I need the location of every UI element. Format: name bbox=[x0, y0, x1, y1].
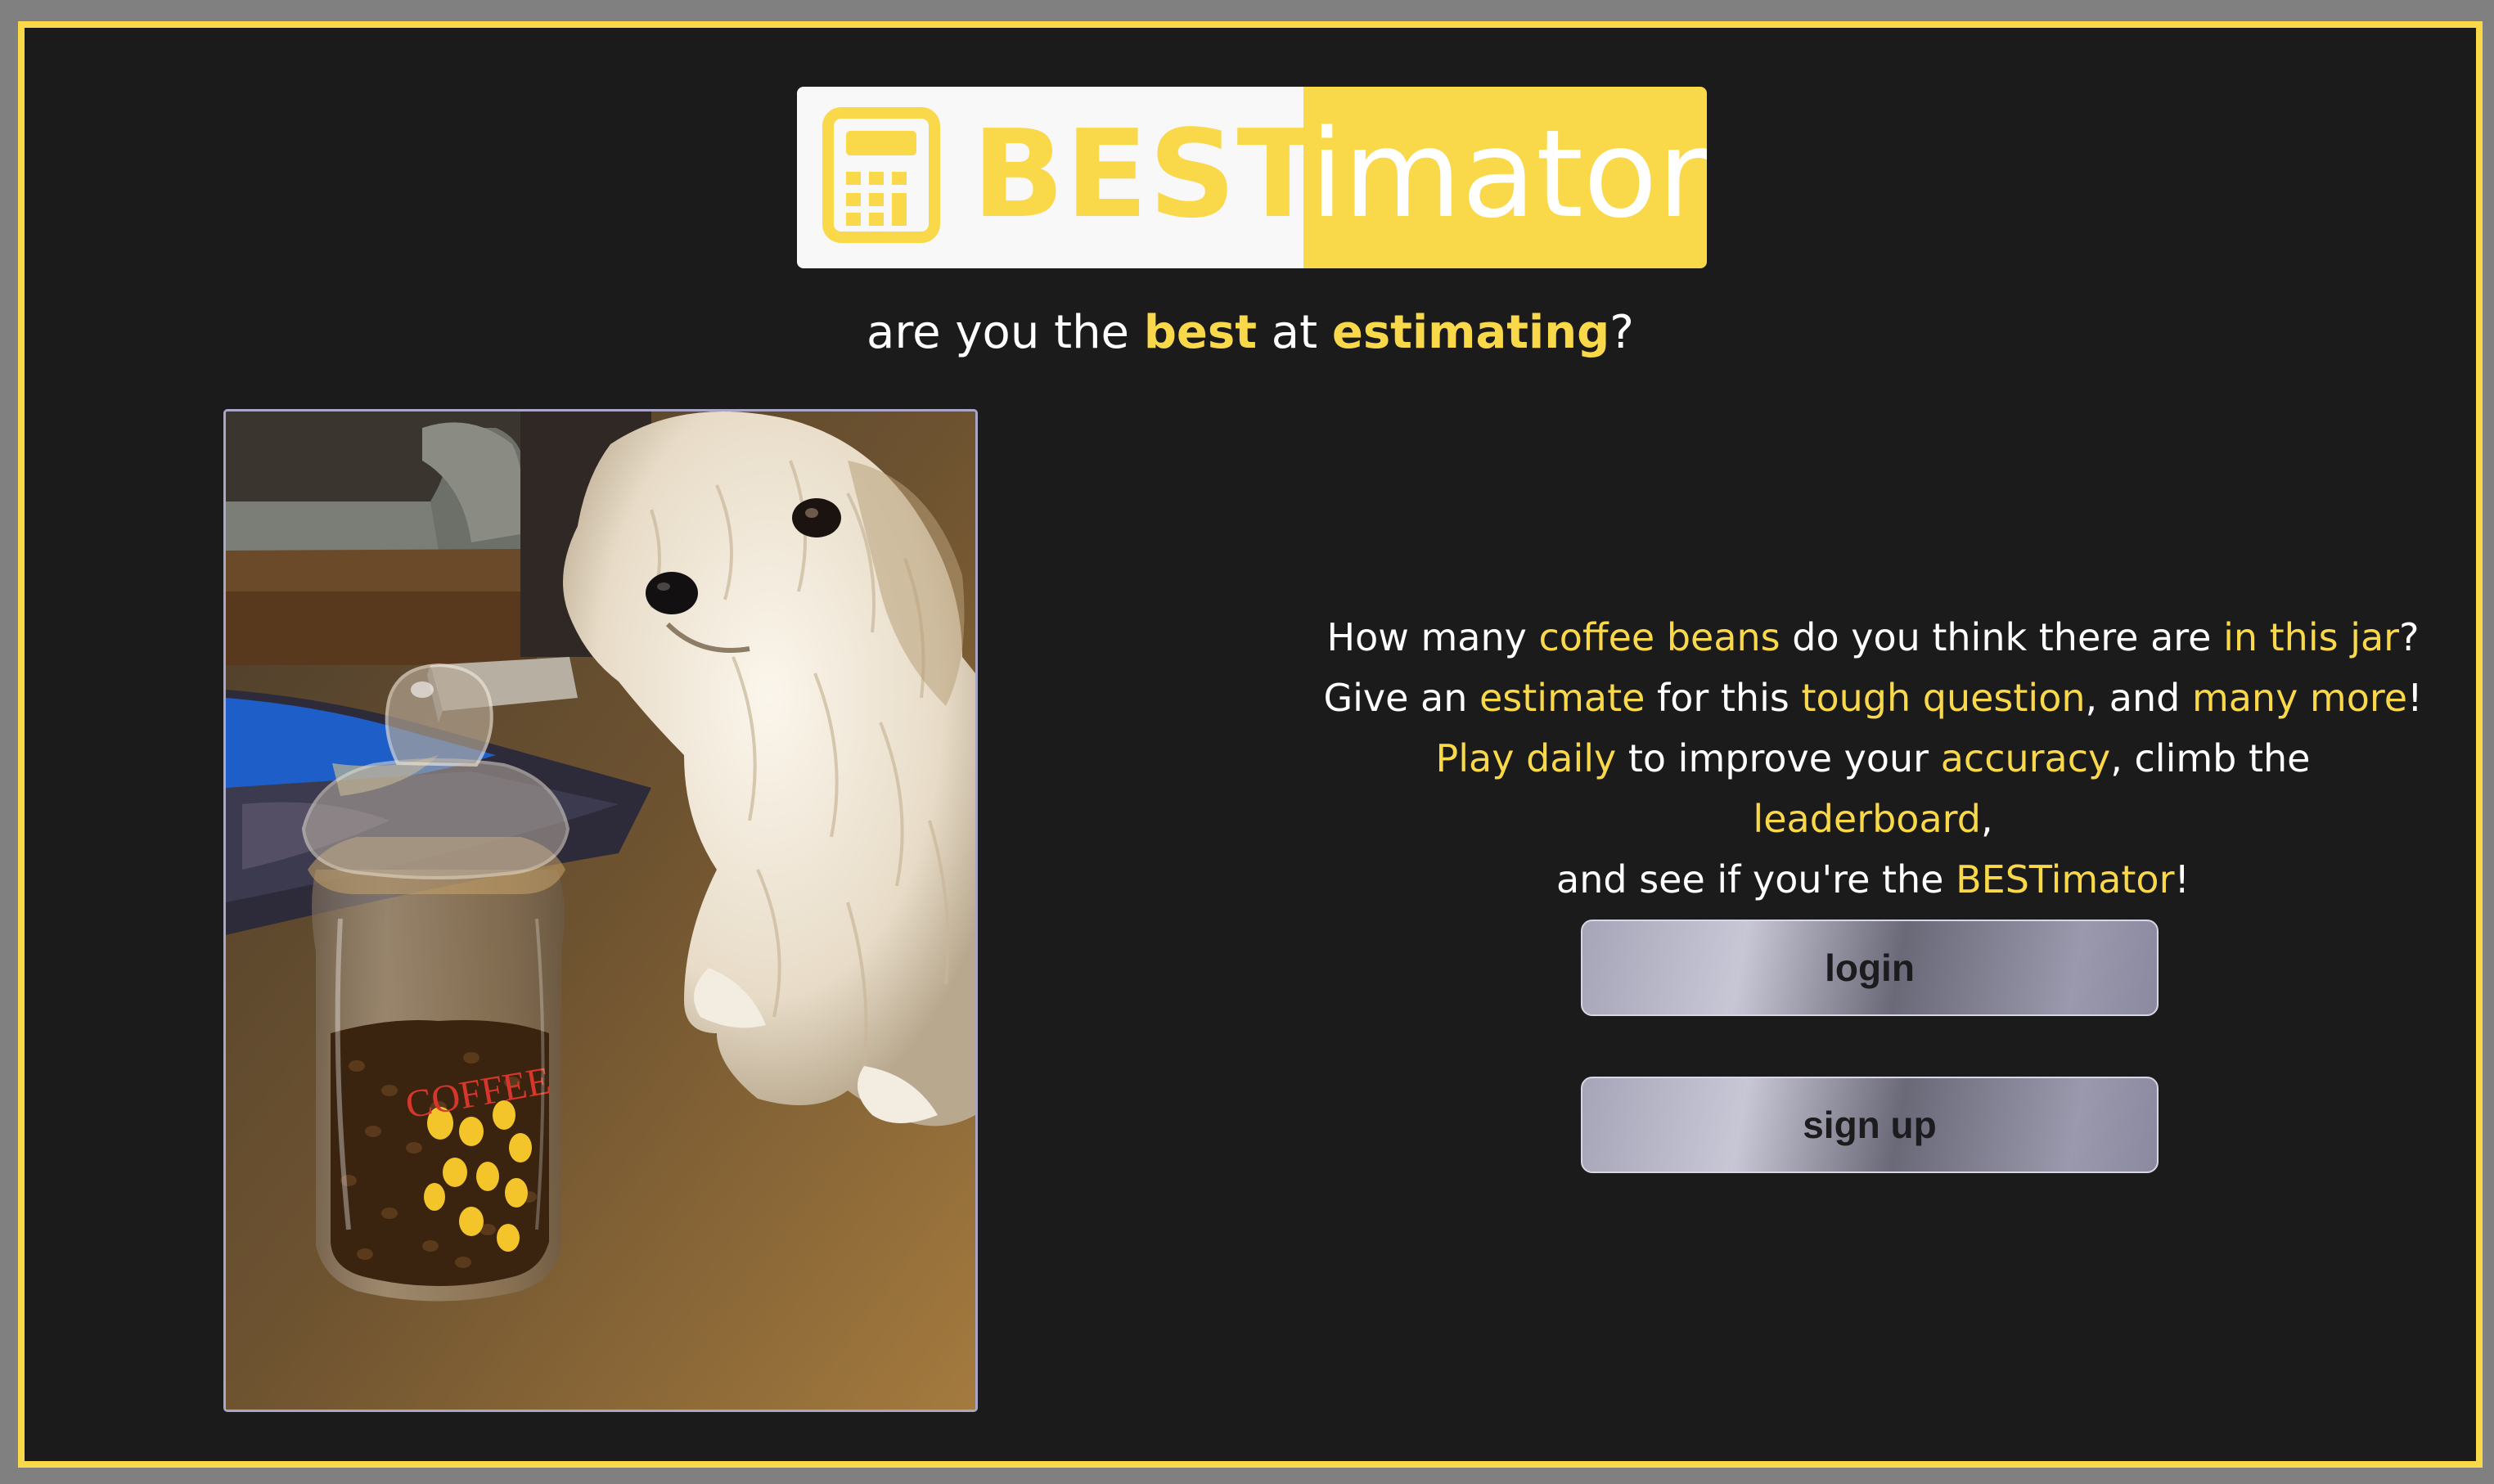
description-line-1: How many coffee beans do you think there… bbox=[1312, 607, 2433, 668]
tagline-text-2: at bbox=[1256, 306, 1332, 359]
tagline-highlight-best: best bbox=[1143, 306, 1257, 359]
desc-text: , and bbox=[2085, 676, 2192, 720]
desc-text: for this bbox=[1645, 676, 1802, 720]
dog-coffee-jar-photo: COFFEE bbox=[223, 409, 978, 1412]
desc-highlight-estimate: estimate bbox=[1479, 676, 1645, 720]
desc-text: do you think there are bbox=[1780, 615, 2224, 659]
desc-highlight-in-this-jar: in this jar bbox=[2223, 615, 2400, 659]
login-button[interactable]: login bbox=[1581, 920, 2159, 1016]
logo-right-panel: imator bbox=[1303, 87, 1707, 268]
sign-up-button[interactable]: sign up bbox=[1581, 1077, 2159, 1173]
game-description: How many coffee beans do you think there… bbox=[1312, 607, 2433, 910]
desc-text: and see if you're the bbox=[1556, 857, 1956, 902]
calculator-icon bbox=[822, 107, 940, 243]
desc-highlight-accuracy: accuracy bbox=[1940, 736, 2111, 780]
bestimator-logo: BEST imator bbox=[797, 87, 1707, 268]
tagline-highlight-estimating: estimating bbox=[1331, 306, 1610, 359]
description-line-2: Give an estimate for this tough question… bbox=[1312, 668, 2433, 728]
desc-text: How many bbox=[1326, 615, 1539, 659]
description-line-3: Play daily to improve your accuracy, cli… bbox=[1312, 728, 2433, 849]
desc-text: ! bbox=[2407, 676, 2423, 720]
description-line-4: and see if you're the BESTimator! bbox=[1312, 849, 2433, 910]
desc-text: to improve your bbox=[1616, 736, 1941, 780]
desc-highlight-bestimator: BESTimator bbox=[1956, 857, 2175, 902]
desc-text: Give an bbox=[1323, 676, 1479, 720]
tagline-text-1: are you the bbox=[867, 306, 1144, 359]
tagline: are you the best at estimating? bbox=[25, 300, 2476, 366]
desc-text: ? bbox=[2399, 615, 2420, 659]
logo-left-panel: BEST bbox=[797, 87, 1319, 268]
photo-illustration: COFFEE bbox=[226, 411, 975, 1410]
desc-text: , climb the bbox=[2110, 736, 2311, 780]
tagline-text-3: ? bbox=[1609, 306, 1634, 359]
main-frame: BEST imator are you the best at estimati… bbox=[18, 21, 2483, 1468]
desc-highlight-leaderboard: leaderboard bbox=[1753, 797, 1981, 841]
desc-highlight-coffee-beans: coffee beans bbox=[1538, 615, 1780, 659]
logo-text-imator: imator bbox=[1310, 104, 1707, 245]
desc-text: ! bbox=[2174, 857, 2190, 902]
desc-highlight-play-daily: Play daily bbox=[1435, 736, 1617, 780]
desc-highlight-many-more: many more bbox=[2191, 676, 2408, 720]
desc-highlight-tough-question: tough question bbox=[1801, 676, 2086, 720]
desc-text: , bbox=[1980, 797, 1993, 841]
logo-text-best: BEST bbox=[972, 104, 1321, 245]
